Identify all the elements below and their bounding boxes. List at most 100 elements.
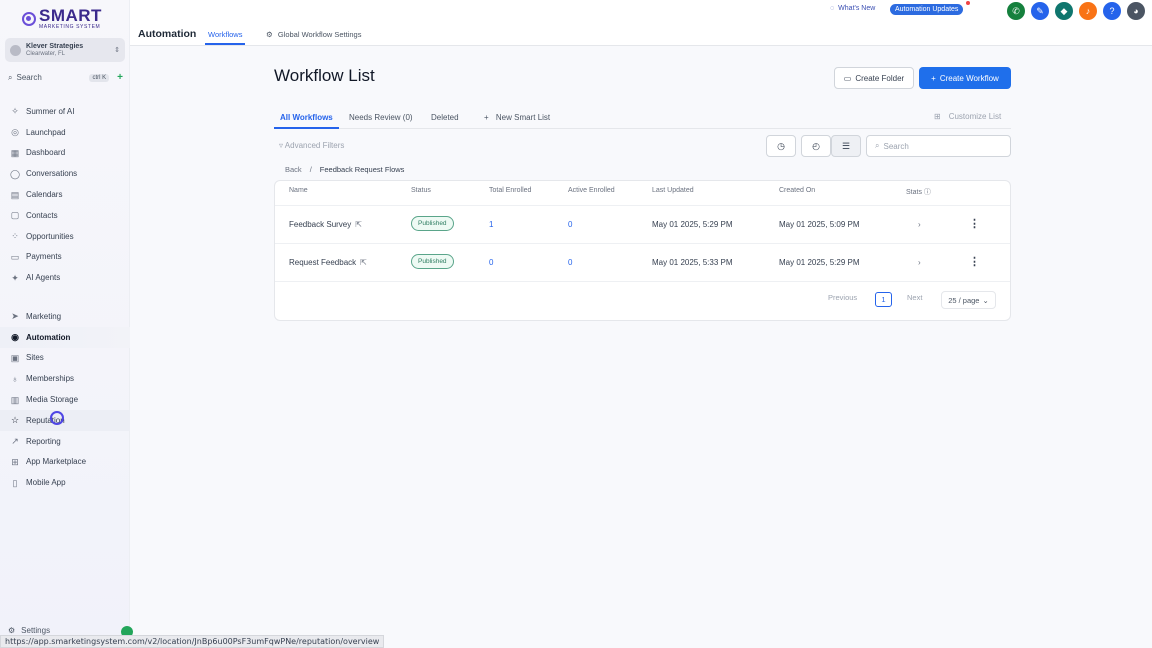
card-icon: ▭ bbox=[10, 251, 20, 262]
column-header-total-enrolled[interactable]: Total Enrolled bbox=[489, 187, 531, 194]
column-header-created-on[interactable]: Created On bbox=[779, 187, 815, 194]
automation-updates-badge[interactable]: Automation Updates bbox=[890, 4, 964, 15]
sidebar-item-reporting[interactable]: ↗ Reporting bbox=[0, 431, 130, 452]
account-location: Clearwater, FL bbox=[26, 50, 66, 57]
mouse-cursor-highlight bbox=[50, 411, 64, 425]
external-link-icon[interactable]: ⇱ bbox=[355, 220, 362, 229]
created-on-value: May 01 2025, 5:29 PM bbox=[779, 258, 860, 267]
sparkle-icon: ✧ bbox=[11, 106, 19, 117]
sidebar-item-summer-of-ai[interactable]: ✧ Summer of AI bbox=[0, 101, 130, 122]
sidebar-item-dashboard[interactable]: ▦ Dashboard bbox=[0, 143, 130, 164]
plus-icon: + bbox=[484, 113, 489, 122]
column-header-status[interactable]: Status bbox=[411, 187, 431, 194]
user-avatar[interactable]: ◕ bbox=[1127, 2, 1145, 20]
sidebar-item-reputation[interactable]: ☆ Reputation bbox=[0, 409, 130, 431]
automation-icon: ◉ bbox=[11, 332, 19, 343]
send-icon: ➤ bbox=[11, 311, 19, 322]
membership-icon: ♁ bbox=[11, 373, 19, 384]
gear-icon: ⚙ bbox=[8, 626, 16, 635]
workflow-table: Name Status Total Enrolled Active Enroll… bbox=[274, 180, 1011, 321]
create-folder-button[interactable]: ▭ Create Folder bbox=[834, 67, 914, 89]
storage-icon: ▥ bbox=[10, 394, 20, 405]
next-page-button[interactable]: Next bbox=[907, 293, 922, 302]
chevron-right-icon[interactable]: › bbox=[918, 220, 921, 229]
sidebar-item-app-marketplace[interactable]: ⊞ App Marketplace bbox=[0, 452, 130, 473]
status-badge: Published bbox=[411, 254, 454, 269]
clock-view-button[interactable]: ◴ bbox=[801, 135, 831, 157]
sidebar-item-media-storage[interactable]: ▥ Media Storage bbox=[0, 389, 130, 410]
chevron-right-icon[interactable]: › bbox=[918, 258, 921, 267]
sidebar-item-conversations[interactable]: ◯ Conversations bbox=[0, 163, 130, 184]
whats-new-link[interactable]: ◌ What's New bbox=[830, 5, 875, 12]
tab-workflows[interactable]: Workflows bbox=[204, 30, 246, 45]
account-switcher[interactable]: Klever Strategies Clearwater, FL ⇕ bbox=[5, 38, 125, 62]
new-smart-list-button[interactable]: + New Smart List bbox=[484, 113, 550, 122]
table-row[interactable]: Feedback Survey ⇱ Published 1 0 May 01 20… bbox=[275, 205, 1010, 243]
previous-page-button[interactable]: Previous bbox=[828, 293, 857, 302]
tab-needs-review[interactable]: Needs Review (0) bbox=[349, 113, 413, 122]
sidebar-nav-top: ✧ Summer of AI ◎ Launchpad ▦ Dashboard ◯ Con… bbox=[0, 101, 130, 288]
workflow-name-link[interactable]: Feedback Survey ⇱ bbox=[289, 220, 362, 229]
rocket-icon: ◎ bbox=[11, 127, 19, 138]
more-options-icon[interactable]: ⋮ bbox=[969, 255, 980, 268]
help-icon[interactable]: ? bbox=[1103, 2, 1121, 20]
column-header-active-enrolled[interactable]: Active Enrolled bbox=[568, 187, 615, 194]
quick-add-icon[interactable]: + bbox=[117, 72, 123, 83]
sidebar-item-sites[interactable]: ▣ Sites bbox=[0, 348, 130, 369]
total-enrolled-value[interactable]: 0 bbox=[489, 258, 493, 267]
sidebar-item-marketing[interactable]: ➤ Marketing bbox=[0, 306, 130, 327]
sidebar-item-contacts[interactable]: ▢ Contacts bbox=[0, 205, 130, 226]
gear-icon: ⚙ bbox=[266, 30, 273, 39]
brand-tagline: MARKETING SYSTEM bbox=[39, 24, 101, 30]
total-enrolled-value[interactable]: 1 bbox=[489, 220, 493, 229]
sidebar-item-memberships[interactable]: ♁ Memberships bbox=[0, 368, 130, 389]
logo-mark-icon bbox=[22, 11, 36, 26]
workflow-search-input[interactable]: ⌕ Search bbox=[866, 135, 1011, 157]
sidebar-item-ai-agents[interactable]: ✦ AI Agents bbox=[0, 267, 130, 288]
page-number-button[interactable]: 1 bbox=[875, 292, 892, 307]
phone-icon[interactable]: ✆ bbox=[1007, 2, 1025, 20]
more-options-icon[interactable]: ⋮ bbox=[969, 217, 980, 230]
customize-list-button[interactable]: ⊞ Customize List bbox=[934, 112, 1001, 121]
breadcrumb-back[interactable]: Back bbox=[285, 165, 302, 174]
sidebar-nav-bottom: ➤ Marketing ◉ Automation ▣ Sites ♁ Membershi… bbox=[0, 306, 130, 493]
history-view-button[interactable]: ◷ bbox=[766, 135, 796, 157]
page-size-select[interactable]: 25 / page ⌄ bbox=[941, 291, 996, 309]
create-workflow-button[interactable]: + Create Workflow bbox=[919, 67, 1011, 89]
account-name: Klever Strategies bbox=[26, 42, 84, 50]
sidebar-item-automation[interactable]: ◉ Automation bbox=[0, 326, 130, 348]
tab-deleted[interactable]: Deleted bbox=[431, 113, 459, 122]
sidebar-item-calendars[interactable]: ▤ Calendars bbox=[0, 184, 130, 205]
megaphone-action-icon[interactable]: ✎ bbox=[1031, 2, 1049, 20]
tab-global-workflow-settings[interactable]: ⚙ Global Workflow Settings bbox=[266, 30, 361, 39]
active-enrolled-value[interactable]: 0 bbox=[568, 220, 572, 229]
column-header-last-updated[interactable]: Last Updated bbox=[652, 187, 694, 194]
sidebar-item-settings[interactable]: ⚙ Settings bbox=[8, 626, 50, 635]
grid-icon: ▦ bbox=[10, 147, 20, 158]
sidebar-search[interactable]: ⌕ Search ctrl K + bbox=[8, 72, 123, 83]
sidebar-item-opportunities[interactable]: ⁘ Opportunities bbox=[0, 226, 130, 247]
mobile-icon: ▯ bbox=[12, 477, 18, 488]
chevron-down-icon: ⌄ bbox=[982, 295, 989, 305]
column-header-name[interactable]: Name bbox=[289, 187, 308, 194]
table-divider bbox=[275, 281, 1010, 282]
brand-logo[interactable]: SMART MARKETING SYSTEM bbox=[22, 7, 102, 30]
column-header-stats[interactable]: Stats ⓘ bbox=[906, 187, 931, 197]
chart-icon: ↗ bbox=[11, 436, 19, 447]
sidebar-item-mobile-app[interactable]: ▯ Mobile App bbox=[0, 472, 130, 493]
last-updated-value: May 01 2025, 5:29 PM bbox=[652, 220, 733, 229]
external-link-icon[interactable]: ⇱ bbox=[360, 258, 367, 267]
last-updated-value: May 01 2025, 5:33 PM bbox=[652, 258, 733, 267]
integrations-icon[interactable]: ◆ bbox=[1055, 2, 1073, 20]
list-view-button[interactable]: ☰ bbox=[831, 135, 861, 157]
advanced-filters-button[interactable]: ▿ Advanced Filters bbox=[279, 141, 344, 150]
chevron-updown-icon: ⇕ bbox=[114, 47, 120, 54]
table-row[interactable]: Request Feedback ⇱ Published 0 0 May 01 2… bbox=[275, 243, 1010, 281]
workflow-name-link[interactable]: Request Feedback ⇱ bbox=[289, 258, 367, 267]
tab-all-workflows[interactable]: All Workflows bbox=[274, 113, 339, 129]
breadcrumb: Back / Feedback Request Flows bbox=[285, 165, 404, 174]
sidebar-item-payments[interactable]: ▭ Payments bbox=[0, 247, 130, 268]
bell-icon[interactable]: ♪ bbox=[1079, 2, 1097, 20]
active-enrolled-value[interactable]: 0 bbox=[568, 258, 572, 267]
sidebar-item-launchpad[interactable]: ◎ Launchpad bbox=[0, 122, 130, 143]
